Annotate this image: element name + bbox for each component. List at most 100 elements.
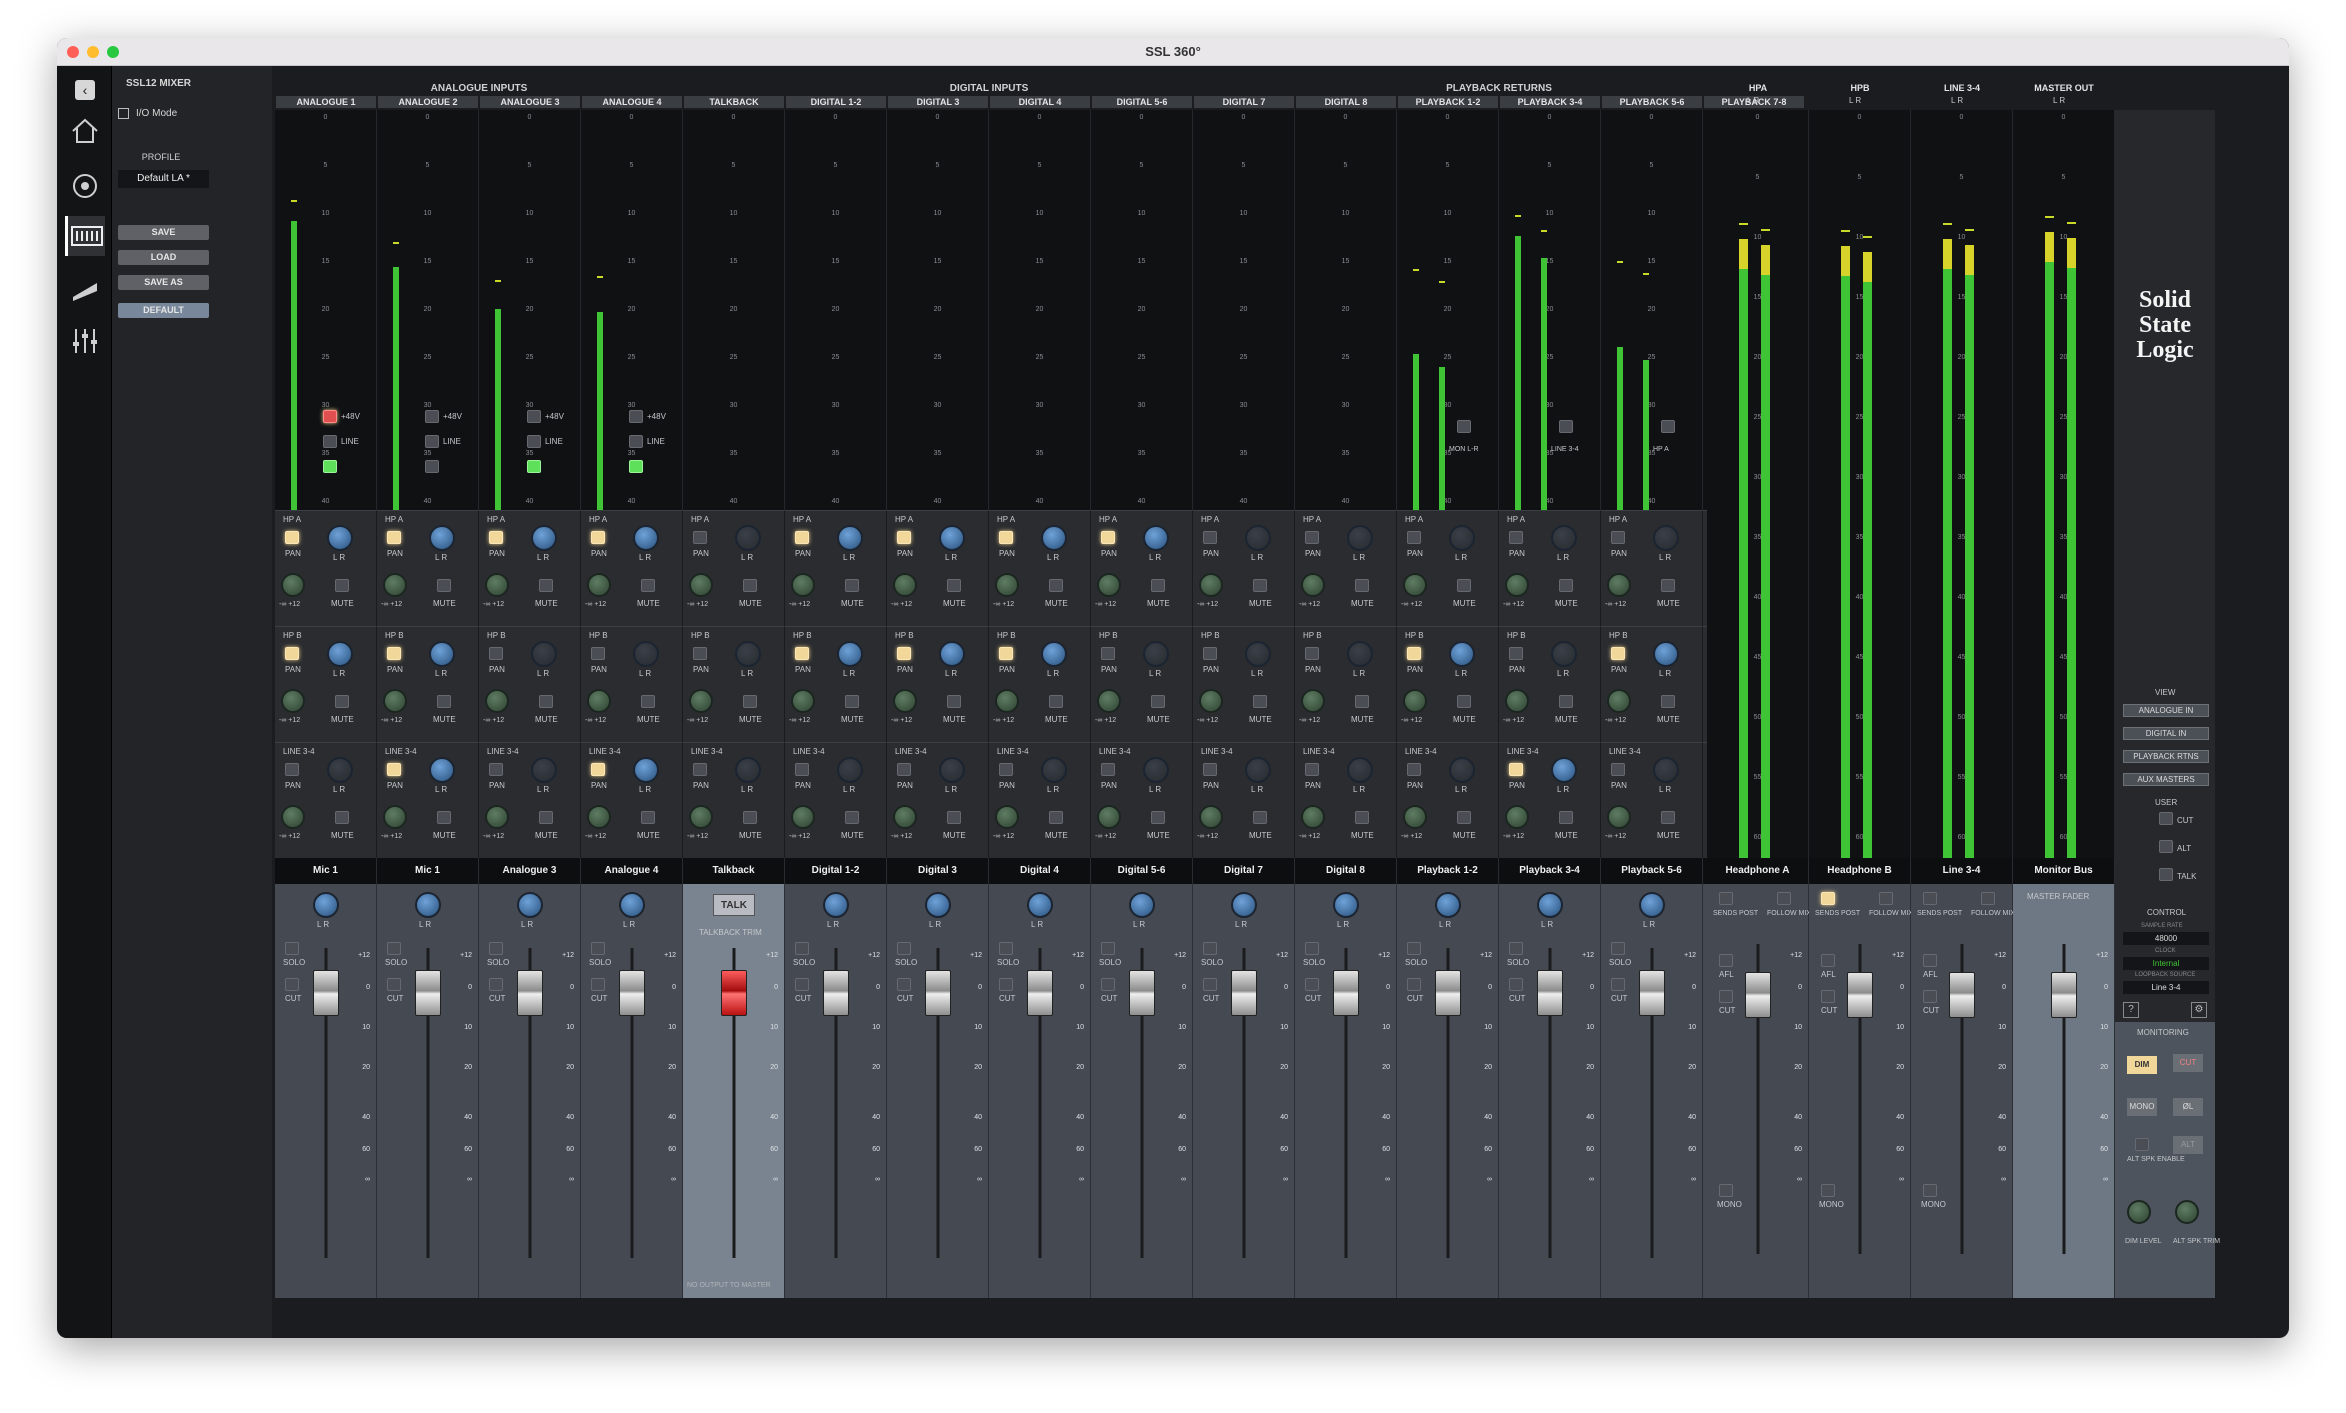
- mute-button[interactable]: [1457, 579, 1471, 592]
- send-level-knob[interactable]: [791, 573, 815, 597]
- fader-cap[interactable]: [720, 970, 747, 1016]
- pan-link-button[interactable]: [489, 763, 503, 776]
- send-level-knob[interactable]: [383, 689, 407, 713]
- pan-link-button[interactable]: [1305, 763, 1319, 776]
- output-pan-knob[interactable]: [313, 892, 339, 918]
- pan-knob[interactable]: [633, 641, 659, 667]
- pan-knob[interactable]: [837, 757, 863, 783]
- mute-button[interactable]: [1559, 695, 1573, 708]
- alt-spk-trim-knob[interactable]: [2175, 1200, 2199, 1224]
- direct-button[interactable]: [1457, 420, 1471, 433]
- cut-button[interactable]: [1203, 978, 1217, 991]
- send-level-knob[interactable]: [383, 573, 407, 597]
- cut-button[interactable]: [489, 978, 503, 991]
- send-level-knob[interactable]: [587, 573, 611, 597]
- pan-knob[interactable]: [1347, 525, 1373, 551]
- pan-link-button[interactable]: [693, 647, 707, 660]
- view-button[interactable]: PLAYBACK RTNS: [2123, 750, 2209, 763]
- pan-link-button[interactable]: [897, 531, 911, 544]
- pan-knob[interactable]: [531, 641, 557, 667]
- mute-button[interactable]: [1253, 579, 1267, 592]
- pan-knob[interactable]: [1143, 525, 1169, 551]
- mute-button[interactable]: [1559, 579, 1573, 592]
- cut-button[interactable]: [591, 978, 605, 991]
- mute-button[interactable]: [1457, 811, 1471, 824]
- minimize-button[interactable]: [87, 46, 99, 58]
- solo-button[interactable]: [897, 942, 911, 955]
- zoom-button[interactable]: [107, 46, 119, 58]
- mute-button[interactable]: [947, 579, 961, 592]
- pan-knob[interactable]: [1041, 641, 1067, 667]
- clock-select[interactable]: Internal: [2123, 957, 2209, 970]
- view-button[interactable]: AUX MASTERS: [2123, 773, 2209, 786]
- send-level-knob[interactable]: [1505, 805, 1529, 829]
- pan-link-button[interactable]: [1509, 531, 1523, 544]
- mute-button[interactable]: [335, 579, 349, 592]
- pan-link-button[interactable]: [693, 763, 707, 776]
- polarity-button[interactable]: ØL: [2173, 1098, 2203, 1116]
- pan-link-button[interactable]: [1407, 647, 1421, 660]
- master-fader-cap[interactable]: [1846, 972, 1873, 1018]
- mute-button[interactable]: [743, 695, 757, 708]
- send-level-knob[interactable]: [281, 689, 305, 713]
- pan-link-button[interactable]: [1611, 531, 1625, 544]
- mute-button[interactable]: [641, 579, 655, 592]
- default-button[interactable]: DEFAULT: [118, 303, 209, 318]
- follow-button[interactable]: [1981, 892, 1995, 905]
- mute-button[interactable]: [947, 811, 961, 824]
- pan-knob[interactable]: [735, 757, 761, 783]
- pan-knob[interactable]: [1245, 757, 1271, 783]
- pan-link-button[interactable]: [387, 531, 401, 544]
- send-level-knob[interactable]: [995, 689, 1019, 713]
- fader-cap[interactable]: [1434, 970, 1461, 1016]
- mono-button[interactable]: [1923, 1184, 1937, 1197]
- pan-knob[interactable]: [1449, 641, 1475, 667]
- pan-knob[interactable]: [939, 757, 965, 783]
- pan-knob[interactable]: [1245, 641, 1271, 667]
- mute-button[interactable]: [641, 695, 655, 708]
- pan-link-button[interactable]: [1509, 647, 1523, 660]
- hpf-button[interactable]: [425, 460, 439, 473]
- profile-select[interactable]: Default LA *: [118, 170, 209, 188]
- pan-knob[interactable]: [1143, 757, 1169, 783]
- fader-cap[interactable]: [1128, 970, 1155, 1016]
- cut-button[interactable]: [1611, 978, 1625, 991]
- pan-link-button[interactable]: [999, 647, 1013, 660]
- fader-cap[interactable]: [1230, 970, 1257, 1016]
- pan-knob[interactable]: [1653, 757, 1679, 783]
- pan-knob[interactable]: [429, 757, 455, 783]
- master-cut-button[interactable]: [1719, 990, 1733, 1003]
- loopback-select[interactable]: Line 3-4: [2123, 981, 2209, 994]
- output-pan-knob[interactable]: [925, 892, 951, 918]
- send-level-knob[interactable]: [1097, 573, 1121, 597]
- mute-button[interactable]: [1151, 579, 1165, 592]
- close-button[interactable]: [67, 46, 79, 58]
- user-button[interactable]: [2159, 840, 2173, 853]
- send-level-knob[interactable]: [1607, 689, 1631, 713]
- send-level-knob[interactable]: [1505, 573, 1529, 597]
- pan-knob[interactable]: [1449, 757, 1475, 783]
- solo-button[interactable]: [1203, 942, 1217, 955]
- send-level-knob[interactable]: [1097, 689, 1121, 713]
- save-button[interactable]: SAVE: [118, 225, 209, 240]
- pan-knob[interactable]: [1551, 525, 1577, 551]
- pan-knob[interactable]: [1245, 525, 1271, 551]
- pan-link-button[interactable]: [1509, 763, 1523, 776]
- line-button[interactable]: [527, 435, 541, 448]
- pan-link-button[interactable]: [795, 531, 809, 544]
- pan-link-button[interactable]: [489, 647, 503, 660]
- phantom-button[interactable]: [629, 410, 643, 423]
- mute-button[interactable]: [1355, 579, 1369, 592]
- fader-cap[interactable]: [1638, 970, 1665, 1016]
- pan-knob[interactable]: [837, 641, 863, 667]
- mute-button[interactable]: [1355, 811, 1369, 824]
- send-level-knob[interactable]: [485, 689, 509, 713]
- pan-knob[interactable]: [1347, 757, 1373, 783]
- solo-button[interactable]: [1509, 942, 1523, 955]
- mute-button[interactable]: [641, 811, 655, 824]
- pan-link-button[interactable]: [285, 647, 299, 660]
- fader-cap[interactable]: [924, 970, 951, 1016]
- monitor-cut-button[interactable]: CUT: [2173, 1054, 2203, 1072]
- solo-button[interactable]: [1101, 942, 1115, 955]
- mute-button[interactable]: [335, 695, 349, 708]
